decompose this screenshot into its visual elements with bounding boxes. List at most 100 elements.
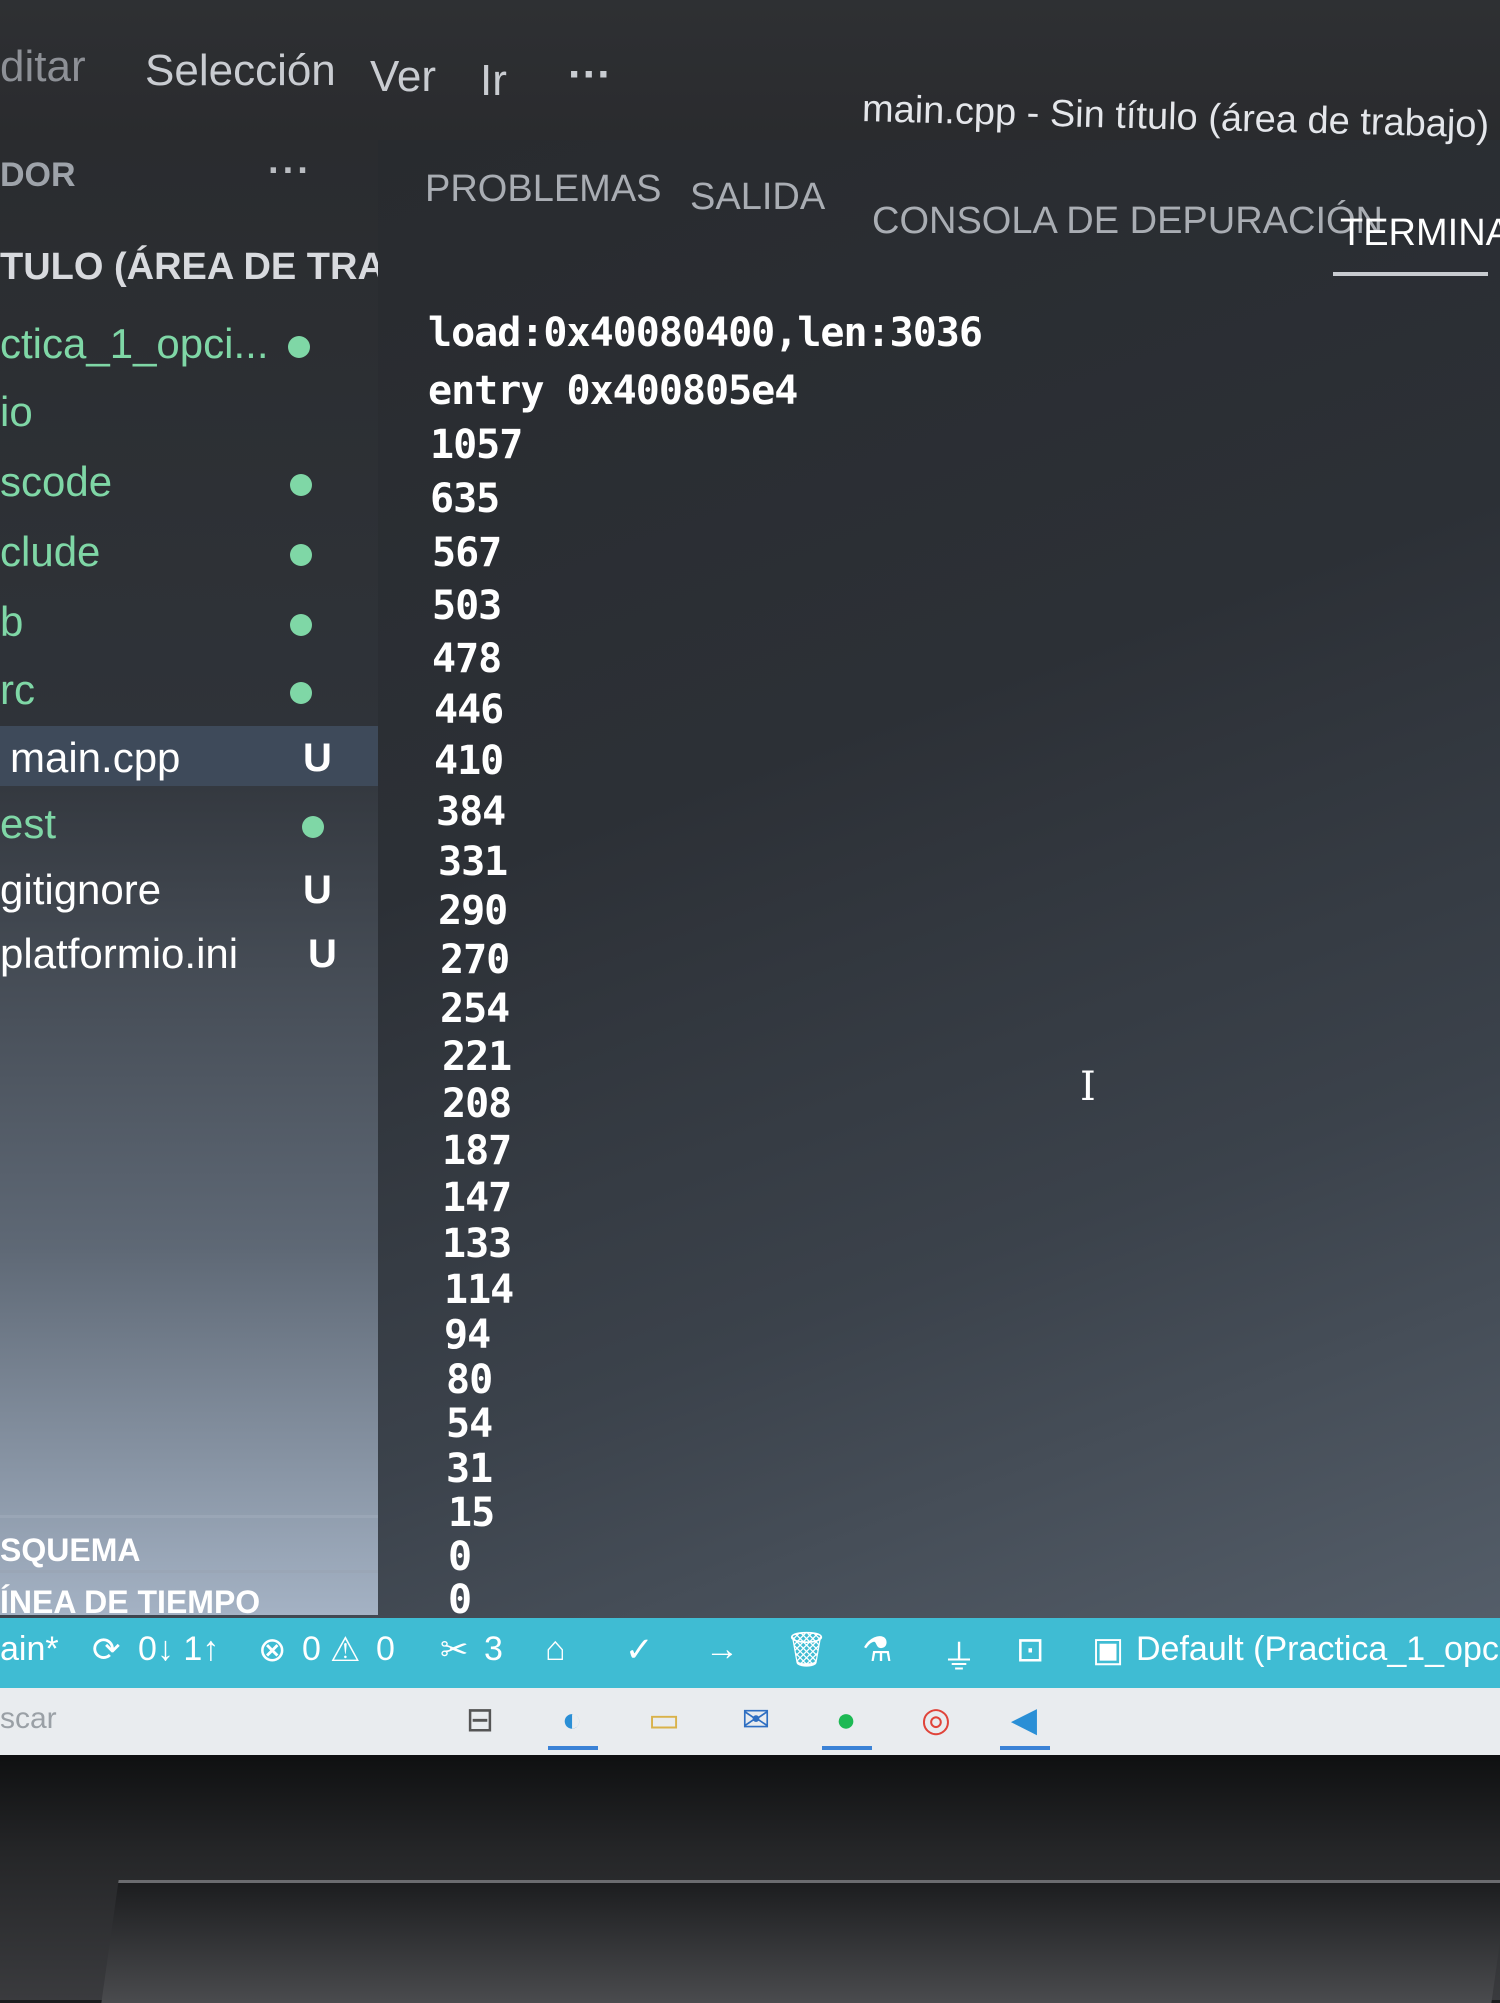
terminal-line: 331	[438, 839, 508, 885]
taskbar: scar ⊟ ◐ ▭ ✉ ● ◎ ◀	[0, 1688, 1500, 1755]
tab-consola-depuracion[interactable]: CONSOLA DE DEPURACIÓN	[872, 200, 1383, 243]
tree-item-label: b	[0, 598, 24, 645]
git-status-dot	[290, 544, 312, 566]
tree-item-label: main.cpp	[10, 734, 181, 781]
tree-item-pio[interactable]: io	[0, 380, 378, 440]
tree-item-include[interactable]: clude	[0, 520, 378, 580]
tree-item-label: scode	[0, 458, 113, 505]
tree-item-label: rc	[0, 666, 35, 713]
warning-count[interactable]: 0	[376, 1630, 395, 1669]
terminal-line: 94	[444, 1312, 491, 1358]
tree-item-main-cpp[interactable]: main.cpp U	[0, 726, 378, 786]
tree-item-label: est	[0, 800, 57, 847]
mail-icon[interactable]: ✉	[732, 1698, 780, 1742]
upload-arrow-icon[interactable]: →	[705, 1630, 739, 1669]
terminal-line: 290	[438, 888, 508, 934]
explorer-sidebar: DOR ··· TULO (ÁREA DE TRA... ctica_1_opc…	[0, 140, 378, 1615]
git-branch[interactable]: ain*	[0, 1630, 59, 1669]
terminal-line: 208	[442, 1081, 512, 1127]
status-bar: ain* ⟳ 0↓ 1↑ ⊗ 0 ⚠ 0 ✂ 3 ⌂ ✓ → 🗑 ⚗ ⏚ ⊡ ▣…	[0, 1618, 1500, 1688]
git-status-dot	[290, 474, 312, 496]
vscode-icon[interactable]: ◀	[1000, 1698, 1048, 1742]
tree-item-test[interactable]: est	[0, 792, 378, 852]
terminal-line: 15	[448, 1490, 495, 1536]
tree-item-platformio-ini[interactable]: platformio.ini U	[0, 922, 378, 982]
running-indicator	[548, 1746, 598, 1750]
menu-more[interactable]: ···	[568, 50, 612, 100]
text-cursor-icon: I	[1080, 1064, 1096, 1110]
tree-item-gitignore[interactable]: gitignore U	[0, 858, 378, 918]
chrome-icon[interactable]: ◎	[912, 1698, 960, 1742]
tab-terminal[interactable]: TERMINAL	[1340, 212, 1500, 255]
outline-section[interactable]: SQUEMA	[0, 1532, 140, 1569]
terminal-line: 478	[432, 636, 502, 682]
error-count[interactable]: 0	[302, 1630, 321, 1669]
warning-icon[interactable]: ⚠	[330, 1630, 360, 1670]
terminal-line: 1057	[430, 422, 523, 468]
tree-item-label: platformio.ini	[0, 930, 239, 977]
file-explorer-icon[interactable]: ▭	[640, 1698, 688, 1742]
error-icon[interactable]: ⊗	[258, 1630, 287, 1670]
terminal-line: 221	[442, 1034, 512, 1080]
menu-seleccion[interactable]: Selección	[145, 46, 336, 96]
window-title: main.cpp - Sin título (área de trabajo) …	[861, 88, 1500, 148]
clean-trash-icon[interactable]: 🗑	[785, 1630, 828, 1670]
terminal-line: 133	[442, 1221, 512, 1267]
terminal-line: 446	[434, 687, 504, 733]
workspace-title[interactable]: TULO (ÁREA DE TRA...	[0, 246, 378, 289]
task-view-icon[interactable]: ⊟	[456, 1698, 504, 1742]
tree-item-src[interactable]: rc	[0, 658, 378, 718]
terminal-line: 0	[448, 1577, 472, 1623]
terminal-line: 410	[434, 738, 504, 784]
spotify-icon[interactable]: ●	[822, 1698, 870, 1742]
git-status-untracked: U	[303, 868, 332, 912]
edge-browser-icon[interactable]: ◐	[548, 1698, 596, 1742]
tree-item-project[interactable]: ctica_1_opci...	[0, 312, 378, 372]
tree-item-label: gitignore	[0, 866, 162, 913]
home-icon[interactable]: ⌂	[545, 1630, 566, 1669]
explorer-header: DOR	[0, 156, 76, 194]
environment-icon: ▣	[1092, 1631, 1125, 1669]
terminal-line: 31	[446, 1446, 493, 1492]
sync-status[interactable]: 0↓ 1↑	[138, 1630, 219, 1669]
build-check-icon[interactable]: ✓	[625, 1630, 654, 1670]
terminal-line: 567	[432, 530, 502, 576]
terminal-icon[interactable]: ⊡	[1016, 1630, 1045, 1670]
tools-icon[interactable]: ✂	[440, 1630, 469, 1670]
terminal-line: 503	[432, 583, 502, 629]
terminal-line: entry 0x400805e4	[428, 368, 798, 414]
git-status-untracked: U	[308, 932, 337, 976]
tree-item-lib[interactable]: b	[0, 590, 378, 650]
test-flask-icon[interactable]: ⚗	[862, 1630, 892, 1670]
menu-bar: ditar Selección Ver Ir ··· main.cpp - Si…	[0, 0, 1500, 148]
terminal-line: 254	[440, 986, 510, 1032]
environment-selector[interactable]: Default (Practica_1_opcional	[1136, 1630, 1500, 1669]
running-indicator	[1000, 1746, 1050, 1750]
screen: ditar Selección Ver Ir ··· main.cpp - Si…	[0, 0, 1500, 1755]
tools-count[interactable]: 3	[484, 1630, 503, 1669]
menu-editar[interactable]: ditar	[0, 42, 86, 92]
terminal-line: 187	[442, 1128, 512, 1174]
active-tab-indicator	[1333, 272, 1488, 276]
terminal-line: 54	[446, 1401, 493, 1447]
explorer-more-button[interactable]: ···	[268, 150, 312, 193]
terminal-line: 147	[442, 1175, 512, 1221]
section-divider	[0, 1515, 378, 1518]
menu-ver[interactable]: Ver	[370, 52, 436, 102]
serial-monitor-plug-icon[interactable]: ⏚	[942, 1630, 976, 1679]
section-divider	[0, 1570, 378, 1573]
tree-item-vscode[interactable]: scode	[0, 450, 378, 510]
terminal-line: 80	[446, 1357, 493, 1403]
terminal-line: 635	[430, 476, 500, 522]
terminal-line: 0	[448, 1534, 472, 1580]
sync-icon[interactable]: ⟳	[92, 1630, 121, 1670]
tab-problemas[interactable]: PROBLEMAS	[425, 168, 662, 211]
tree-item-label: clude	[0, 528, 101, 575]
menu-ir[interactable]: Ir	[480, 56, 507, 106]
terminal-line: 270	[440, 937, 510, 983]
timeline-section[interactable]: ÍNEA DE TIEMPO	[0, 1584, 260, 1615]
git-status-untracked: U	[303, 736, 332, 780]
tab-salida[interactable]: SALIDA	[690, 176, 825, 219]
taskbar-search[interactable]: scar	[0, 1702, 57, 1736]
git-status-dot	[302, 816, 324, 838]
